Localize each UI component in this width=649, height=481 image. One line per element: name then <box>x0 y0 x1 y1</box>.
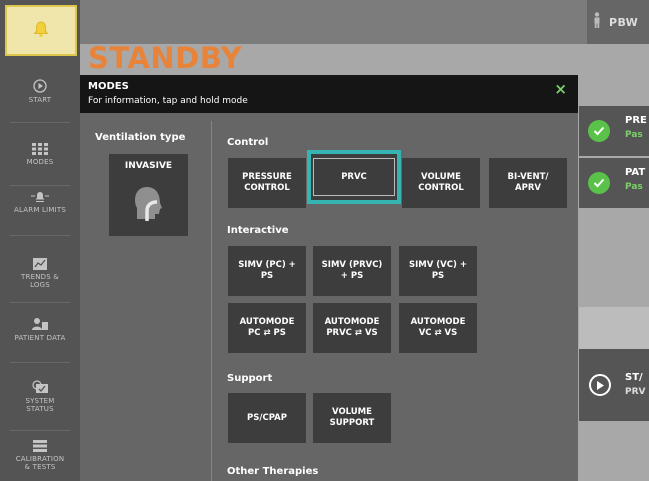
mode-simv-vc-ps-button[interactable]: SIMV (VC) + PS <box>399 246 477 296</box>
trends-icon <box>33 257 47 270</box>
sidebar-divider <box>10 235 70 236</box>
mode-pressure-control-button[interactable]: PRESSURE CONTROL <box>228 158 306 208</box>
check-card-patient[interactable]: PAT Pas <box>579 158 649 208</box>
alarm-limits-icon <box>30 189 50 203</box>
mode-volume-support-button[interactable]: VOLUME SUPPORT <box>313 393 391 443</box>
sidebar-item-label: CALIBRATION & TESTS <box>15 455 65 471</box>
ventilation-type-label: Ventilation type <box>95 132 186 143</box>
mode-automode-vc-vs-button[interactable]: AUTOMODE VC ⇄ VS <box>399 303 477 353</box>
modes-panel: MODES For information, tap and hold mode… <box>80 75 578 481</box>
card-status: Pas <box>625 182 643 192</box>
start-prvc-card[interactable]: ST/ PRV <box>579 349 649 421</box>
mode-volume-control-button[interactable]: VOLUME CONTROL <box>402 158 480 208</box>
card-spacer <box>579 307 649 349</box>
mode-prvc-label: PRVC <box>313 158 395 196</box>
status-title: STANDBY <box>88 41 243 75</box>
check-icon <box>588 120 610 142</box>
mode-simv-prvc-ps-button[interactable]: SIMV (PRVC) + PS <box>313 246 391 296</box>
alarm-bell-button[interactable] <box>5 5 77 56</box>
mode-automode-pc-ps-button[interactable]: AUTOMODE PC ⇄ PS <box>228 303 306 353</box>
mode-prvc-button[interactable]: PRVC <box>307 150 401 204</box>
section-control: Control <box>227 137 269 148</box>
card-title: ST/ <box>625 372 643 383</box>
card-subtitle: PRV <box>625 387 646 397</box>
modes-grid-icon <box>32 142 48 155</box>
play-icon <box>589 374 611 396</box>
calibration-icon <box>33 440 47 452</box>
person-icon <box>593 12 601 32</box>
card-title: PRE <box>625 115 647 126</box>
patient-data-icon <box>32 317 48 331</box>
invasive-button[interactable]: INVASIVE <box>109 154 188 236</box>
section-interactive: Interactive <box>227 225 289 236</box>
sidebar-item-trends-logs[interactable]: TRENDS & LOGS <box>0 242 80 304</box>
sidebar-item-patient-data[interactable]: PATIENT DATA <box>0 298 80 360</box>
sidebar-item-label: PATIENT DATA <box>14 333 66 342</box>
mode-simv-pc-ps-button[interactable]: SIMV (PC) + PS <box>228 246 306 296</box>
close-icon[interactable]: × <box>554 82 567 97</box>
check-icon <box>588 172 610 194</box>
check-card-pressure[interactable]: PRE Pas <box>579 106 649 156</box>
play-icon <box>33 78 47 93</box>
mode-bivent-aprv-button[interactable]: BI-VENT/ APRV <box>489 158 567 208</box>
sidebar-item-label: ALARM LIMITS <box>14 205 66 214</box>
sidebar-item-system-status[interactable]: SYSTEM STATUS <box>0 365 80 427</box>
modes-panel-title: MODES <box>88 81 129 92</box>
sidebar-item-alarm-limits[interactable]: ALARM LIMITS <box>0 170 80 232</box>
pbw-indicator[interactable]: PBW <box>587 0 649 44</box>
sidebar: START MODES ALARM LIMITS TRENDS & LOGS P… <box>0 0 80 481</box>
sidebar-item-label: START <box>28 95 52 104</box>
mode-automode-prvc-vs-button[interactable]: AUTOMODE PRVC ⇄ VS <box>313 303 391 353</box>
card-status: Pas <box>625 130 643 140</box>
sidebar-item-calibration-tests[interactable]: CALIBRATION & TESTS <box>0 430 80 481</box>
panel-divider <box>211 121 212 481</box>
top-bar: PBW <box>80 0 649 44</box>
invasive-label: INVASIVE <box>124 161 173 171</box>
sidebar-item-label: MODES <box>26 157 54 166</box>
bell-icon <box>32 20 50 42</box>
modes-panel-subtitle: For information, tap and hold mode <box>88 96 248 106</box>
modes-panel-header: MODES For information, tap and hold mode… <box>80 75 578 113</box>
section-other-therapies: Other Therapies <box>227 466 319 477</box>
pbw-label: PBW <box>609 15 639 29</box>
section-support: Support <box>227 373 273 384</box>
card-title: PAT <box>625 167 646 178</box>
mode-ps-cpap-button[interactable]: PS/CPAP <box>228 393 306 443</box>
sidebar-item-label: TRENDS & LOGS <box>21 272 59 289</box>
sidebar-divider <box>10 362 70 363</box>
sidebar-item-start[interactable]: START <box>0 60 80 122</box>
sidebar-item-label: SYSTEM STATUS <box>25 396 55 413</box>
system-status-icon <box>31 379 49 394</box>
